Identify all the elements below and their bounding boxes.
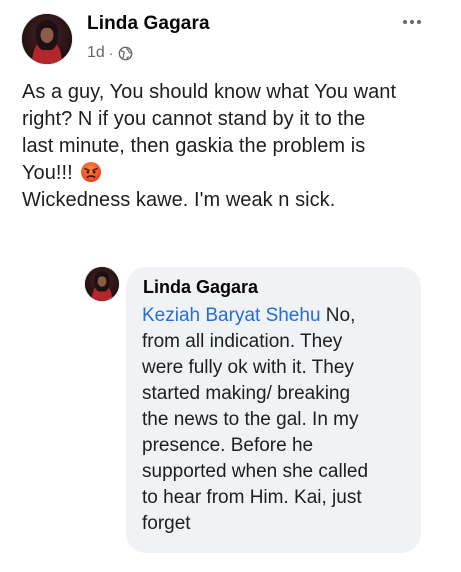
- post-line: As a guy, You should know what You want: [22, 81, 397, 103]
- post-line: You!!!: [22, 160, 447, 187]
- comment-line: started making/ breaking: [142, 383, 351, 404]
- comment-line-text: No,: [320, 305, 356, 326]
- post-timestamp[interactable]: 1d: [87, 44, 105, 62]
- more-dot: [410, 20, 414, 24]
- post-line-text: You!!!: [22, 162, 73, 184]
- comment-line: supported when she called: [142, 461, 369, 482]
- meta-separator: ·: [108, 45, 114, 61]
- comment-line: presence. Before he: [142, 435, 314, 456]
- post-line: last minute, then gaskia the problem is: [22, 135, 366, 157]
- post-line: right? N if you cannot stand by it to th…: [22, 108, 366, 130]
- post-meta: 1d ·: [87, 42, 133, 64]
- post-line: Wickedness kawe. I'm weak n sick.: [22, 189, 336, 211]
- post-author-name[interactable]: Linda Gagara: [87, 13, 210, 35]
- angry-face-emoji: [80, 161, 102, 183]
- post-text: As a guy, You should know what You want …: [22, 79, 447, 214]
- mention-link[interactable]: Keziah Baryat Shehu: [142, 305, 321, 326]
- comment-line: to hear from Him. Kai, just: [142, 487, 362, 508]
- more-dot: [417, 20, 421, 24]
- comment-line: forget: [142, 513, 191, 534]
- comment-author-avatar[interactable]: [85, 267, 119, 301]
- comment-line: Keziah Baryat Shehu No,: [142, 303, 414, 329]
- more-options-icon[interactable]: [396, 10, 428, 34]
- comment-line: were fully ok with it. They: [142, 357, 354, 378]
- comment-author-name[interactable]: Linda Gagara: [143, 277, 258, 298]
- comment-text: Keziah Baryat Shehu No, from all indicat…: [142, 303, 414, 537]
- more-dot: [403, 20, 407, 24]
- comment-line: from all indication. They: [142, 331, 343, 352]
- globe-icon[interactable]: [118, 46, 133, 61]
- comment-line: the news to the gal. In my: [142, 409, 359, 430]
- comment-bubble: Linda Gagara Keziah Baryat Shehu No, fro…: [126, 267, 421, 553]
- post-author-avatar[interactable]: [22, 14, 72, 64]
